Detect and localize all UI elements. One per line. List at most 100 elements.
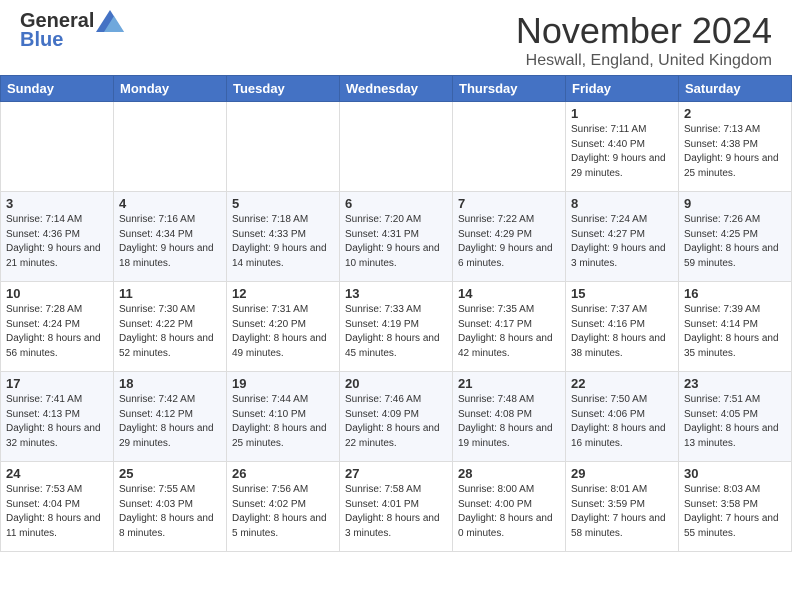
location-subtitle: Heswall, England, United Kingdom [516, 52, 772, 70]
day-info: Sunrise: 7:56 AM Sunset: 4:02 PM Dayligh… [232, 483, 334, 541]
page-header: General Blue November 2024 Heswall, Engl… [0, 0, 792, 75]
column-header-tuesday: Tuesday [227, 76, 340, 102]
calendar-cell: 12 Sunrise: 7:31 AM Sunset: 4:20 PM Dayli… [227, 282, 340, 372]
column-header-wednesday: Wednesday [340, 76, 453, 102]
day-info: Sunrise: 7:42 AM Sunset: 4:12 PM Dayligh… [119, 393, 221, 451]
week-row-5: 24Sunrise: 7:53 AM Sunset: 4:04 PM Dayli… [1, 462, 792, 552]
title-section: November 2024 Heswall, England, United K… [516, 10, 772, 70]
day-info: Sunrise: 7:14 AM Sunset: 4:36 PM Dayligh… [6, 213, 108, 271]
day-number: 3 [6, 196, 108, 211]
week-row-1: 1 Sunrise: 7:11 AM Sunset: 4:40 PM Daylig… [1, 102, 792, 192]
column-header-friday: Friday [566, 76, 679, 102]
day-info: Sunrise: 7:20 AM Sunset: 4:31 PM Dayligh… [345, 213, 447, 271]
calendar-cell: 18 Sunrise: 7:42 AM Sunset: 4:12 PM Dayli… [114, 372, 227, 462]
day-number: 16 [684, 286, 786, 301]
calendar-cell: 23 Sunrise: 7:51 AM Sunset: 4:05 PM Dayli… [679, 372, 792, 462]
calendar-cell: 11Sunrise: 7:30 AM Sunset: 4:22 PM Dayli… [114, 282, 227, 372]
logo-blue-text: Blue [20, 29, 63, 52]
calendar-cell: 25 Sunrise: 7:55 AM Sunset: 4:03 PM Dayli… [114, 462, 227, 552]
column-header-sunday: Sunday [1, 76, 114, 102]
calendar-cell: 15 Sunrise: 7:37 AM Sunset: 4:16 PM Dayli… [566, 282, 679, 372]
day-info: Sunrise: 7:41 AM Sunset: 4:13 PM Dayligh… [6, 393, 108, 451]
calendar-cell: 6 Sunrise: 7:20 AM Sunset: 4:31 PM Daylig… [340, 192, 453, 282]
calendar-cell: 10 Sunrise: 7:28 AM Sunset: 4:24 PM Dayli… [1, 282, 114, 372]
calendar-cell [340, 102, 453, 192]
calendar-cell: 24Sunrise: 7:53 AM Sunset: 4:04 PM Dayli… [1, 462, 114, 552]
day-number: 22 [571, 376, 673, 391]
day-number: 15 [571, 286, 673, 301]
day-info: Sunrise: 7:13 AM Sunset: 4:38 PM Dayligh… [684, 123, 786, 181]
day-number: 29 [571, 466, 673, 481]
day-info: Sunrise: 7:16 AM Sunset: 4:34 PM Dayligh… [119, 213, 221, 271]
day-number: 10 [6, 286, 108, 301]
logo-icon [96, 10, 124, 32]
calendar-cell [227, 102, 340, 192]
calendar-cell: 7 Sunrise: 7:22 AM Sunset: 4:29 PM Daylig… [453, 192, 566, 282]
day-info: Sunrise: 7:22 AM Sunset: 4:29 PM Dayligh… [458, 213, 560, 271]
day-info: Sunrise: 7:18 AM Sunset: 4:33 PM Dayligh… [232, 213, 334, 271]
day-info: Sunrise: 7:26 AM Sunset: 4:25 PM Dayligh… [684, 213, 786, 271]
day-info: Sunrise: 7:28 AM Sunset: 4:24 PM Dayligh… [6, 303, 108, 361]
day-number: 2 [684, 106, 786, 121]
day-info: Sunrise: 7:50 AM Sunset: 4:06 PM Dayligh… [571, 393, 673, 451]
week-row-4: 17 Sunrise: 7:41 AM Sunset: 4:13 PM Dayli… [1, 372, 792, 462]
week-row-2: 3 Sunrise: 7:14 AM Sunset: 4:36 PM Daylig… [1, 192, 792, 282]
day-info: Sunrise: 7:39 AM Sunset: 4:14 PM Dayligh… [684, 303, 786, 361]
column-header-saturday: Saturday [679, 76, 792, 102]
day-info: Sunrise: 8:03 AM Sunset: 3:58 PM Dayligh… [684, 483, 786, 541]
calendar-cell: 19Sunrise: 7:44 AM Sunset: 4:10 PM Dayli… [227, 372, 340, 462]
calendar-cell: 2 Sunrise: 7:13 AM Sunset: 4:38 PM Daylig… [679, 102, 792, 192]
day-number: 23 [684, 376, 786, 391]
day-info: Sunrise: 7:53 AM Sunset: 4:04 PM Dayligh… [6, 483, 108, 541]
day-number: 18 [119, 376, 221, 391]
day-number: 4 [119, 196, 221, 211]
day-number: 9 [684, 196, 786, 211]
calendar-cell: 3 Sunrise: 7:14 AM Sunset: 4:36 PM Daylig… [1, 192, 114, 282]
calendar-cell [1, 102, 114, 192]
day-number: 11 [119, 286, 221, 301]
week-row-3: 10 Sunrise: 7:28 AM Sunset: 4:24 PM Dayli… [1, 282, 792, 372]
calendar-table: SundayMondayTuesdayWednesdayThursdayFrid… [0, 75, 792, 552]
day-number: 5 [232, 196, 334, 211]
day-number: 17 [6, 376, 108, 391]
calendar-cell: 14 Sunrise: 7:35 AM Sunset: 4:17 PM Dayli… [453, 282, 566, 372]
column-header-thursday: Thursday [453, 76, 566, 102]
day-info: Sunrise: 7:58 AM Sunset: 4:01 PM Dayligh… [345, 483, 447, 541]
day-number: 6 [345, 196, 447, 211]
day-number: 30 [684, 466, 786, 481]
day-number: 28 [458, 466, 560, 481]
day-number: 19 [232, 376, 334, 391]
day-number: 7 [458, 196, 560, 211]
calendar-cell: 21 Sunrise: 7:48 AM Sunset: 4:08 PM Dayli… [453, 372, 566, 462]
day-number: 12 [232, 286, 334, 301]
column-header-monday: Monday [114, 76, 227, 102]
calendar-cell: 4 Sunrise: 7:16 AM Sunset: 4:34 PM Daylig… [114, 192, 227, 282]
day-number: 27 [345, 466, 447, 481]
calendar-cell: 8 Sunrise: 7:24 AM Sunset: 4:27 PM Daylig… [566, 192, 679, 282]
day-info: Sunrise: 8:01 AM Sunset: 3:59 PM Dayligh… [571, 483, 673, 541]
day-number: 21 [458, 376, 560, 391]
day-info: Sunrise: 7:51 AM Sunset: 4:05 PM Dayligh… [684, 393, 786, 451]
day-number: 8 [571, 196, 673, 211]
calendar-cell: 9 Sunrise: 7:26 AM Sunset: 4:25 PM Daylig… [679, 192, 792, 282]
day-info: Sunrise: 7:48 AM Sunset: 4:08 PM Dayligh… [458, 393, 560, 451]
day-number: 14 [458, 286, 560, 301]
day-number: 25 [119, 466, 221, 481]
calendar-cell: 13Sunrise: 7:33 AM Sunset: 4:19 PM Dayli… [340, 282, 453, 372]
calendar-cell: 17 Sunrise: 7:41 AM Sunset: 4:13 PM Dayli… [1, 372, 114, 462]
day-info: Sunrise: 7:37 AM Sunset: 4:16 PM Dayligh… [571, 303, 673, 361]
calendar-header-row: SundayMondayTuesdayWednesdayThursdayFrid… [1, 76, 792, 102]
day-info: Sunrise: 7:24 AM Sunset: 4:27 PM Dayligh… [571, 213, 673, 271]
calendar-cell: 26 Sunrise: 7:56 AM Sunset: 4:02 PM Dayli… [227, 462, 340, 552]
day-info: Sunrise: 7:31 AM Sunset: 4:20 PM Dayligh… [232, 303, 334, 361]
day-info: Sunrise: 7:11 AM Sunset: 4:40 PM Dayligh… [571, 123, 673, 181]
day-info: Sunrise: 7:46 AM Sunset: 4:09 PM Dayligh… [345, 393, 447, 451]
day-number: 20 [345, 376, 447, 391]
day-info: Sunrise: 7:35 AM Sunset: 4:17 PM Dayligh… [458, 303, 560, 361]
day-number: 1 [571, 106, 673, 121]
day-info: Sunrise: 8:00 AM Sunset: 4:00 PM Dayligh… [458, 483, 560, 541]
day-info: Sunrise: 7:55 AM Sunset: 4:03 PM Dayligh… [119, 483, 221, 541]
calendar-cell: 22 Sunrise: 7:50 AM Sunset: 4:06 PM Dayli… [566, 372, 679, 462]
day-number: 26 [232, 466, 334, 481]
calendar-cell [114, 102, 227, 192]
